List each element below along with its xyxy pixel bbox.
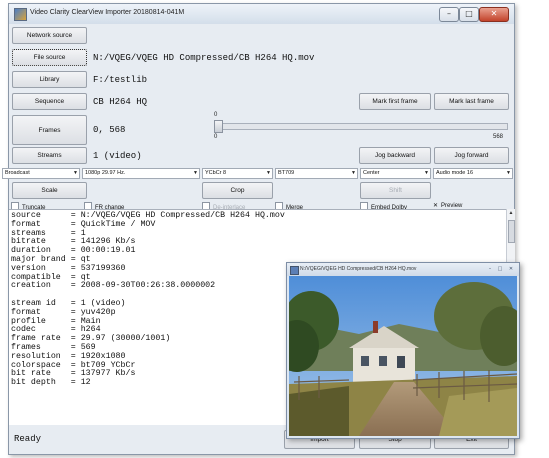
crop-button[interactable]: Crop <box>202 182 273 199</box>
window-title: Video Clarity ClearView Importer 2018081… <box>30 9 185 16</box>
minimize-button[interactable]: – <box>439 7 459 22</box>
sequence-button[interactable]: Sequence <box>12 93 87 110</box>
chevron-down-icon: ▼ <box>351 170 356 176</box>
position-select-value: Center <box>363 170 380 176</box>
shift-button[interactable]: Shift <box>360 182 431 199</box>
sequence-value: CB H264 HQ <box>93 97 148 107</box>
preview-close-button[interactable]: ✕ <box>507 266 515 273</box>
title-bar[interactable]: Video Clarity ClearView Importer 2018081… <box>9 4 514 24</box>
maximize-button[interactable]: □ <box>459 7 479 22</box>
media-info-text: source = N:/VQEG/VQEG HD Compressed/CB H… <box>11 211 285 388</box>
colorspace-select[interactable]: YCbCr 8 ▼ <box>202 168 273 179</box>
file-source-button[interactable]: File source <box>12 49 87 66</box>
scroll-up-icon[interactable]: ▲ <box>507 210 515 216</box>
frames-button[interactable]: Frames <box>12 115 87 145</box>
preview-title: N:/VQEG/VQEG HD Compressed/CB H264 HQ.mo… <box>300 266 417 272</box>
chevron-down-icon: ▼ <box>193 170 198 176</box>
chevron-down-icon: ▼ <box>73 170 78 176</box>
frames-value: 0, 568 <box>93 125 126 135</box>
scale-button[interactable]: Scale <box>12 182 87 199</box>
position-select[interactable]: Center ▼ <box>360 168 431 179</box>
slider-start-label: 0 <box>214 112 218 118</box>
library-value: F:/testlib <box>93 75 148 85</box>
app-icon <box>14 8 27 21</box>
slider-current-label: 0 <box>214 134 218 140</box>
colorspace-select-value: YCbCr 8 <box>205 170 227 176</box>
chevron-down-icon: ▼ <box>506 170 511 176</box>
audio-mode-select-value: Audio mode 16 <box>436 170 473 176</box>
preview-minimize-button[interactable]: – <box>486 266 494 273</box>
frame-slider-thumb[interactable] <box>214 120 223 133</box>
jog-forward-button[interactable]: Jog forward <box>434 147 509 164</box>
video-frame-image <box>289 276 517 436</box>
app-icon <box>290 266 299 275</box>
audio-mode-select[interactable]: Audio mode 16 ▼ <box>433 168 513 179</box>
mark-last-frame-button[interactable]: Mark last frame <box>434 93 509 110</box>
format-select-value: 1080p 29.97 Hz. <box>85 170 126 176</box>
streams-button[interactable]: Streams <box>12 147 87 164</box>
file-source-value: N:/VQEG/VQEG HD Compressed/CB H264 HQ.mo… <box>93 53 315 63</box>
frame-slider-track[interactable] <box>214 123 508 130</box>
status-text: Ready <box>14 434 42 444</box>
scrollbar-thumb[interactable] <box>508 220 515 243</box>
preview-window[interactable]: N:/VQEG/VQEG HD Compressed/CB H264 HQ.mo… <box>286 262 520 439</box>
matrix-select-value: BT709 <box>278 170 295 176</box>
library-button[interactable]: Library <box>12 71 87 88</box>
slider-end-label: 568 <box>493 134 504 140</box>
mark-first-frame-button[interactable]: Mark first frame <box>359 93 431 110</box>
farmhouse-scene-image <box>289 276 517 436</box>
preview-maximize-button[interactable]: □ <box>496 266 504 273</box>
matrix-select[interactable]: BT709 ▼ <box>275 168 358 179</box>
network-source-button[interactable]: Network source <box>12 27 87 44</box>
format-select[interactable]: 1080p 29.97 Hz. ▼ <box>82 168 200 179</box>
broadcast-select[interactable]: Broadcast ▼ <box>2 168 80 179</box>
preview-title-bar[interactable]: N:/VQEG/VQEG HD Compressed/CB H264 HQ.mo… <box>287 263 519 276</box>
close-button[interactable]: ✕ <box>479 7 509 22</box>
jog-backward-button[interactable]: Jog backward <box>359 147 431 164</box>
chevron-down-icon: ▼ <box>424 170 429 176</box>
chevron-down-icon: ▼ <box>266 170 271 176</box>
broadcast-select-value: Broadcast <box>5 170 30 176</box>
streams-value: 1 (video) <box>93 151 142 161</box>
